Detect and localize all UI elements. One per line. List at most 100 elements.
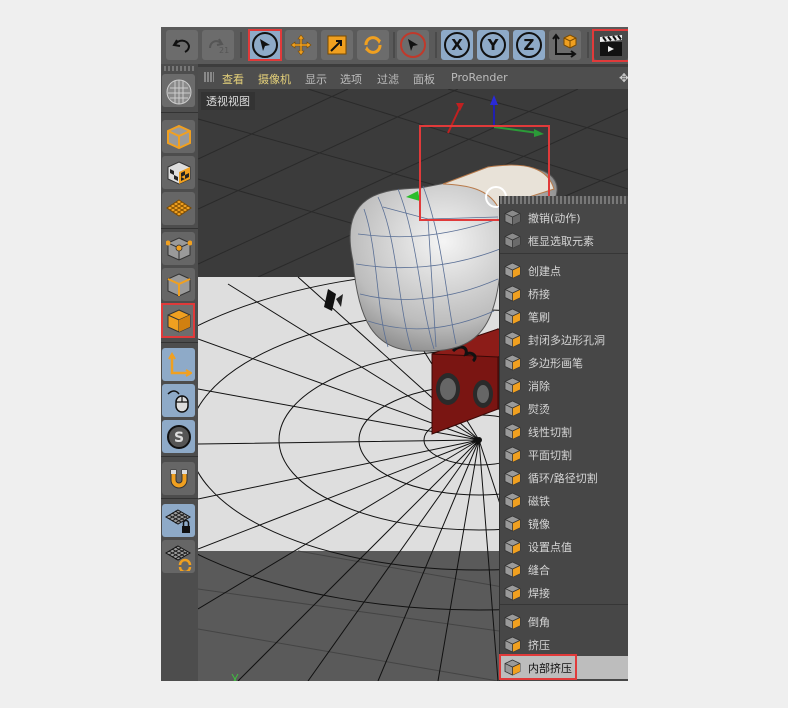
menu-item-create-point[interactable]: 创建点 [500,259,628,282]
render-view-button[interactable] [594,30,628,60]
model-cube-icon [166,124,191,149]
menu-separator [500,604,628,605]
magnet-icon [504,492,521,509]
points-mode-icon [165,236,192,261]
workplane-align-icon [164,544,191,571]
texture-checker-icon [167,160,190,185]
move-view-icon[interactable]: ✥ [619,71,628,85]
menu-view[interactable]: 查看 [222,71,244,87]
menu-item-plane-cut[interactable]: 平面切割 [500,443,628,466]
menu-item-loop-path-cut[interactable]: 循环/路径切割 [500,466,628,489]
menu-item-undo-action[interactable]: 撤销(动作) [500,206,628,229]
create-point-icon [504,262,521,279]
axis-mode-button[interactable] [162,348,195,381]
dissolve-icon [504,377,521,394]
x-axis-lock-button[interactable]: X [441,30,473,60]
brush-icon [504,308,521,325]
bridge-icon [504,285,521,302]
workplane-lock-icon [164,508,191,533]
palette-separator [161,498,198,499]
menu-item-extrude-inner[interactable]: 内部挤压 [500,656,628,679]
menu-options[interactable]: 选项 [340,71,362,87]
undo-button[interactable] [166,30,198,60]
texture-mode-button[interactable] [162,156,195,189]
menu-panel[interactable]: 面板 [413,71,435,87]
cinema4d-window: 21 X Y Z S 查看 摄像机 显示 选项 过滤 面板 ProRender … [161,27,628,681]
menu-item-mirror[interactable]: 镜像 [500,512,628,535]
menu-item-dissolve[interactable]: 消除 [500,374,628,397]
left-tool-palette: S [161,64,198,681]
tweak-mode-button[interactable] [162,384,195,417]
palette-separator [161,112,198,113]
menu-item-frame-selected[interactable]: 框显选取元素 [500,229,628,252]
snap-settings-button[interactable] [162,462,195,495]
scale-icon [327,35,347,55]
menu-item-set-point-value[interactable]: 设置点值 [500,535,628,558]
coordinate-system-button[interactable] [549,30,581,60]
menu-item-label: 封闭多边形孔洞 [528,334,605,347]
live-select-icon [400,32,426,58]
loop-path-cut-icon [504,469,521,486]
y-axis-lock-button[interactable]: Y [477,30,509,60]
rotate-tool-button[interactable] [357,30,389,60]
frame-selected-icon [504,232,521,249]
menu-item-polygon-pen[interactable]: 多边形画笔 [500,351,628,374]
menu-item-extrude[interactable]: 挤压 [500,633,628,656]
toolbar-separator [393,32,395,58]
menu-prorender[interactable]: ProRender [451,71,508,84]
redo-button[interactable]: 21 [202,30,234,60]
menu-item-label: 内部挤压 [528,662,572,675]
workplane-mode-button[interactable] [162,192,195,225]
z-axis-lock-button[interactable]: Z [513,30,545,60]
edges-mode-button[interactable] [162,268,195,301]
make-editable-button[interactable] [162,74,195,107]
extrude-inner-icon [504,659,521,676]
snap-enable-button[interactable]: S [162,420,195,453]
iron-icon [504,400,521,417]
grip-icon [204,72,214,82]
points-mode-button[interactable] [162,232,195,265]
rotate-icon [364,36,382,54]
palette-separator [161,456,198,457]
menu-item-label: 挤压 [528,639,550,652]
menu-item-label: 熨烫 [528,403,550,416]
select-tool-button[interactable] [249,30,281,60]
move-tool-button[interactable] [285,30,317,60]
weld-icon [504,584,521,601]
palette-separator [161,342,198,343]
svg-text:21: 21 [219,46,229,55]
menu-item-stitch[interactable]: 缝合 [500,558,628,581]
menu-item-label: 笔刷 [528,311,550,324]
menu-item-label: 线性切割 [528,426,572,439]
menu-item-iron[interactable]: 熨烫 [500,397,628,420]
undo-action-icon [504,209,521,226]
extrude-icon [504,636,521,653]
polygons-mode-button[interactable] [162,304,195,337]
live-select-button[interactable] [397,30,429,60]
menu-item-magnet[interactable]: 磁铁 [500,489,628,512]
workplane-align-button[interactable] [162,540,195,573]
model-mode-button[interactable] [162,120,195,153]
menu-item-close-polygon-hole[interactable]: 封闭多边形孔洞 [500,328,628,351]
workplane-lock-button[interactable] [162,504,195,537]
magnet-snap-icon [170,469,187,488]
menu-display[interactable]: 显示 [305,71,327,87]
context-menu: 撤销(动作) 框显选取元素 创建点 桥接笔刷封闭多边形孔洞多边形画笔 消除熨烫线性切割平… [499,196,628,681]
menu-item-label: 磁铁 [528,495,550,508]
menu-item-brush[interactable]: 笔刷 [500,305,628,328]
edges-mode-icon [167,272,190,297]
menu-item-weld[interactable]: 焊接 [500,581,628,604]
x-axis-icon: X [444,32,470,58]
mouse-tweak-icon [166,389,189,413]
stitch-icon [504,561,521,578]
undo-icon [172,39,191,53]
menu-grip [500,196,628,204]
menu-cameras[interactable]: 摄像机 [258,71,291,87]
menu-item-line-cut[interactable]: 线性切割 [500,420,628,443]
menu-filter[interactable]: 过滤 [377,71,399,87]
menu-item-bridge[interactable]: 桥接 [500,282,628,305]
menu-item-bevel[interactable]: 倒角 [500,610,628,633]
palette-separator [161,228,198,229]
scale-tool-button[interactable] [321,30,353,60]
menu-item-label: 设置点值 [528,541,572,554]
